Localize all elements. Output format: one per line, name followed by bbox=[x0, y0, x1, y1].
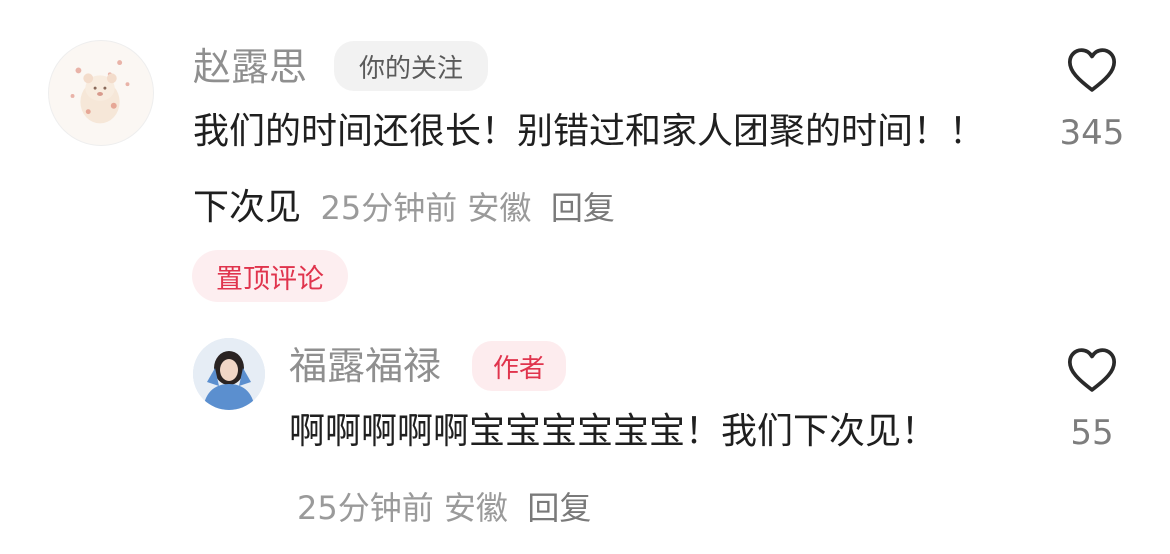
person-portrait-icon bbox=[193, 338, 265, 410]
reply-reply-button[interactable]: 回复 bbox=[527, 489, 591, 527]
comment-content: 我们的时间还很长！别错过和家人团聚的时间！！下次见 25分钟前 安徽 回复 bbox=[193, 94, 993, 246]
author-tag: 作者 bbox=[472, 341, 566, 391]
heart-outline-icon bbox=[1067, 48, 1117, 92]
like-count: 345 bbox=[1059, 113, 1125, 153]
reply-meta: 25分钟前 安徽 bbox=[297, 489, 508, 527]
pinned-label: 置顶评论 bbox=[216, 263, 324, 295]
reply-avatar[interactable] bbox=[193, 338, 265, 410]
comment-username[interactable]: 赵露思 bbox=[193, 44, 307, 90]
reply-content: 啊啊啊啊啊宝宝宝宝宝宝！我们下次见！ 25分钟前 安徽 回复 bbox=[289, 394, 969, 546]
follow-tag-label: 你的关注 bbox=[358, 53, 463, 84]
reply-text: 啊啊啊啊啊宝宝宝宝宝宝！我们下次见！ bbox=[289, 411, 938, 452]
reply-like-button[interactable] bbox=[1064, 342, 1120, 398]
heart-outline-icon bbox=[1067, 348, 1117, 392]
follow-tag: 你的关注 bbox=[334, 41, 488, 91]
comment-meta: 25分钟前 安徽 bbox=[320, 189, 532, 227]
like-button[interactable] bbox=[1064, 42, 1120, 98]
reply-button[interactable]: 回复 bbox=[551, 189, 615, 227]
author-tag-label: 作者 bbox=[492, 353, 545, 384]
pinned-comment-badge: 置顶评论 bbox=[192, 250, 348, 302]
reply-username[interactable]: 福露福禄 bbox=[289, 343, 441, 389]
avatar[interactable] bbox=[48, 40, 154, 146]
bear-illustration-icon bbox=[70, 60, 130, 124]
reply-like-count: 55 bbox=[1070, 413, 1114, 453]
